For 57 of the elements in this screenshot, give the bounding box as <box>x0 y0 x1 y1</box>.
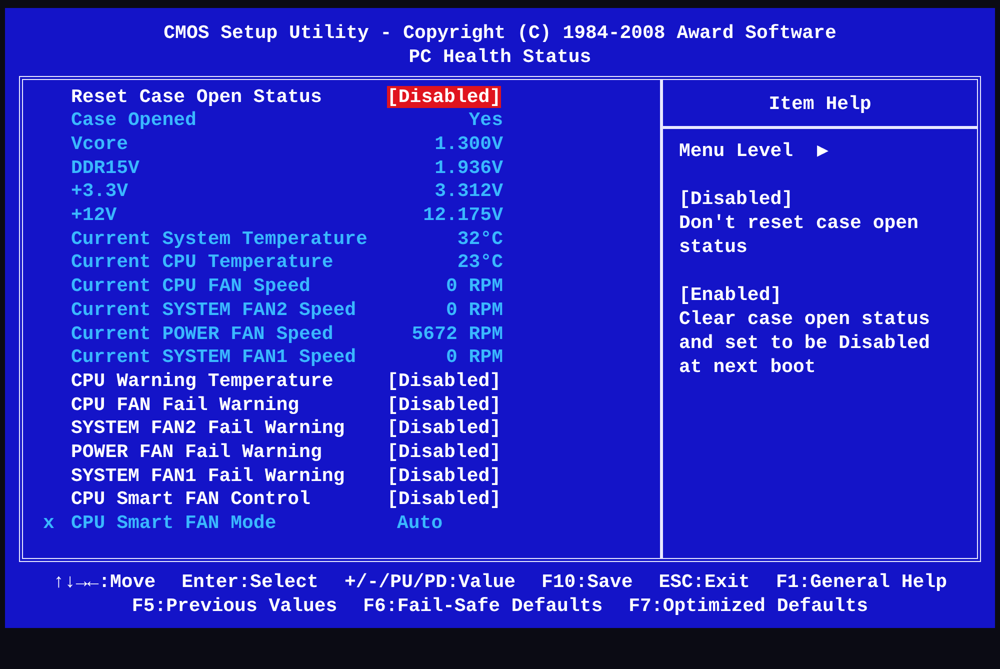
help-heading: [Enabled] <box>679 283 783 307</box>
menu-level-arrow: ▶ <box>817 139 828 163</box>
key-hint: ↑↓→←:Move <box>53 570 156 594</box>
reading-value: 23°C <box>457 251 503 274</box>
setting-label[interactable]: POWER FAN Fail Warning <box>71 441 387 465</box>
setting-label: Current CPU Temperature <box>71 251 334 276</box>
key-hint: +/-/PU/PD:Value <box>344 570 516 594</box>
setting-value[interactable]: [Disabled] <box>387 417 502 440</box>
key-hint: ESC:Exit <box>658 570 750 594</box>
reading-value: 3.312V <box>434 180 503 202</box>
setting-label: Current CPU FAN Speed <box>71 275 312 299</box>
reading-value: 12.175V <box>423 204 503 226</box>
setting-value[interactable]: [Disabled] <box>387 464 502 487</box>
setting-label: Case Opened <box>71 109 198 133</box>
setting-label: Current System Temperature <box>71 228 368 252</box>
setting-value[interactable]: [Disabled] <box>387 370 502 392</box>
setting-label: +3.3V <box>71 180 130 204</box>
help-title: Item Help <box>663 80 977 129</box>
window-title: CMOS Setup Utility - Copyright (C) 1984-2008 Award Software <box>162 22 838 46</box>
lock-marker: x <box>43 512 56 536</box>
setting-label[interactable]: CPU Smart FAN Control <box>71 488 387 512</box>
setting-value[interactable]: [Disabled] <box>387 394 502 416</box>
setting-value[interactable]: [Disabled] <box>387 488 502 510</box>
key-hint: F5:Previous Values <box>132 594 338 618</box>
help-text: Don't reset case open status <box>679 211 920 259</box>
reading-value: 1.300V <box>434 132 503 155</box>
reading-value: Yes <box>468 109 503 132</box>
setting-label: CPU Smart FAN Mode <box>71 512 278 536</box>
reading-value: 0 RPM <box>446 275 503 298</box>
help-text: Clear case open status and set to be Disabled at next boot <box>679 307 931 379</box>
setting-label: DDR15V <box>71 156 140 180</box>
key-hint: F6:Fail-Safe Defaults <box>363 594 603 618</box>
setting-value[interactable]: [Disabled] <box>387 86 502 108</box>
setting-label: Current POWER FAN Speed <box>71 322 334 346</box>
setting-label: +12V <box>71 204 118 228</box>
setting-label: Current SYSTEM FAN1 Speed <box>71 346 358 370</box>
reading-value: Auto <box>396 512 443 534</box>
key-hint: F10:Save <box>542 570 633 594</box>
reading-value: 32°C <box>457 228 503 250</box>
setting-label[interactable]: SYSTEM FAN1 Fail Warning <box>71 464 387 488</box>
setting-label[interactable]: Reset Case Open Status <box>71 86 387 110</box>
setting-label: Vcore <box>71 132 130 157</box>
key-hint: F7:Optimized Defaults <box>628 594 868 618</box>
reading-value: 1.936V <box>434 156 503 179</box>
page-title: PC Health Status <box>408 46 592 70</box>
reading-value: 5672 RPM <box>412 322 503 345</box>
key-hint: F1:General Help <box>776 570 947 594</box>
help-heading: [Disabled] <box>679 187 794 211</box>
reading-value: 0 RPM <box>446 298 503 321</box>
setting-value[interactable]: [Disabled] <box>387 441 502 464</box>
setting-label[interactable]: CPU Warning Temperature <box>71 370 387 394</box>
reading-value: 0 RPM <box>446 346 503 368</box>
setting-label[interactable]: CPU FAN Fail Warning <box>71 394 387 418</box>
setting-label[interactable]: SYSTEM FAN2 Fail Warning <box>71 417 387 442</box>
setting-label: Current SYSTEM FAN2 Speed <box>71 298 358 323</box>
key-hint: Enter:Select <box>182 570 318 594</box>
menu-level-label: Menu Level <box>679 139 794 163</box>
